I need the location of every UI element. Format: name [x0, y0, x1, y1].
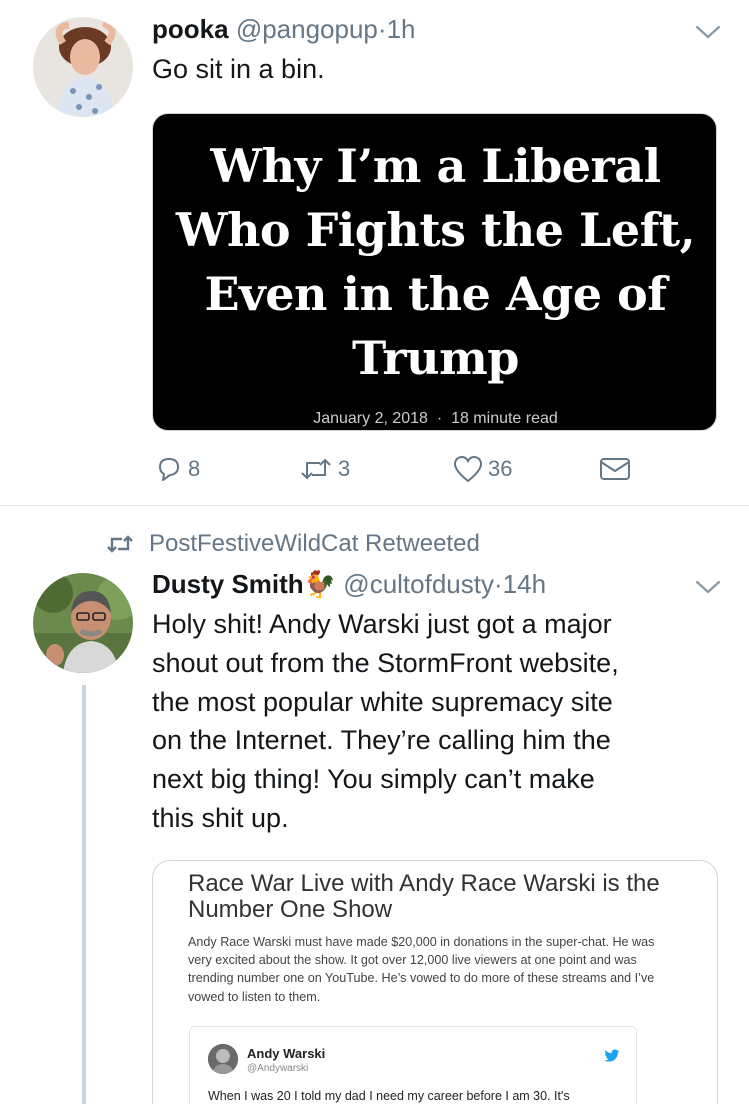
separator: · — [493, 569, 503, 599]
tweet-text-line: shout out from the StormFront website, — [152, 647, 619, 678]
avatar[interactable] — [33, 573, 133, 673]
embed-body-line: vowed to listen to them. — [188, 989, 321, 1004]
inner-tweet-text: When I was 20 I told my dad I need my ca… — [208, 1089, 570, 1103]
tweet-pooka[interactable]: pooka @pangopup·1h Go sit in a bin. Why … — [0, 0, 749, 506]
article-card[interactable]: Why I’m a Liberal Who Fights the Left, E… — [152, 113, 717, 431]
timestamp[interactable]: 14h — [503, 569, 546, 599]
article-date: January 2, 2018 — [313, 410, 428, 427]
like-count: 36 — [488, 456, 513, 481]
tweet-header: pooka @pangopup·1h — [152, 14, 415, 45]
display-name[interactable]: Dusty Smith — [152, 569, 304, 599]
avatar — [208, 1044, 238, 1074]
article-meta: January 2, 2018 · 18 minute read — [153, 410, 716, 428]
embed-title-line: Race War Live with Andy Race Warski is t… — [188, 870, 660, 897]
tweet-text-line: Holy shit! Andy Warski just got a major — [152, 609, 612, 639]
embed-body-line: Andy Race Warski must have made $20,000 … — [188, 935, 655, 949]
embed-title-line: Number One Show — [188, 896, 393, 923]
rooster-emoji: 🐓 — [303, 569, 337, 599]
chevron-down-icon[interactable] — [695, 24, 721, 40]
embed-body-line: very excited about the show. It got over… — [188, 953, 637, 968]
inner-display-name: Andy Warski — [247, 1046, 326, 1061]
reply-icon — [159, 458, 179, 481]
headline-line: Who Fights the Left, — [175, 203, 696, 257]
embedded-image[interactable]: Race War Live with Andy Race Warski is t… — [152, 860, 718, 1104]
tweet-text-line: on the Internet. They’re calling him the — [152, 725, 611, 756]
tweet-text-line: this shit up. — [152, 802, 289, 833]
inner-handle: @Andywarski — [247, 1063, 309, 1074]
tweet-actions: 8 3 36 — [150, 452, 650, 486]
retweet-label[interactable]: PostFestiveWildCat Retweeted — [149, 530, 480, 558]
embed-body: Andy Race Warski must have made $20,000 … — [188, 933, 708, 1006]
avatar[interactable] — [33, 17, 133, 117]
handle[interactable]: @cultofdusty — [343, 569, 494, 599]
inner-tweet: Andy Warski @Andywarski When I was 20 I … — [189, 1026, 637, 1104]
reply-count: 8 — [188, 456, 201, 481]
retweet-icon — [301, 458, 331, 480]
tweet-dusty-smith[interactable]: PostFestiveWildCat Retweeted Dusty Smith… — [0, 507, 749, 1104]
embed-title: Race War Live with Andy Race Warski is t… — [188, 871, 708, 923]
dm-button[interactable] — [598, 452, 632, 486]
headline-line: Even in the Age of — [204, 267, 667, 321]
tweet-header: Dusty Smith🐓 @cultofdusty·14h — [152, 569, 546, 600]
retweeted-icon — [107, 535, 133, 553]
like-button[interactable]: 36 — [452, 452, 512, 486]
retweet-context: PostFestiveWildCat Retweeted — [105, 530, 480, 558]
meta-separator: · — [436, 410, 443, 427]
article-read-time: 18 minute read — [451, 410, 558, 427]
tweet-text-line: the most popular white supremacy site — [152, 686, 613, 717]
embed-body-line: trending number one on YouTube. He’s vow… — [188, 971, 655, 986]
thread-line — [82, 685, 86, 1104]
tweet-text: Holy shit! Andy Warski just got a major … — [152, 605, 722, 838]
timestamp[interactable]: 1h — [387, 14, 416, 44]
like-icon — [453, 455, 483, 483]
retweet-count: 3 — [338, 456, 351, 481]
handle[interactable]: @pangopup — [236, 14, 378, 44]
chevron-down-icon[interactable] — [695, 579, 721, 595]
twitter-bird-icon — [604, 1049, 620, 1062]
headline-line: Trump — [352, 331, 519, 385]
tweet-text: Go sit in a bin. — [152, 54, 325, 84]
headline-line: Why I’m a Liberal — [210, 139, 661, 193]
separator: · — [377, 14, 387, 44]
dm-icon — [600, 458, 630, 480]
retweet-button[interactable]: 3 — [298, 452, 350, 486]
reply-button[interactable]: 8 — [154, 452, 200, 486]
display-name[interactable]: pooka — [152, 14, 229, 44]
article-headline: Why I’m a Liberal Who Fights the Left, E… — [153, 134, 716, 390]
tweet-text-line: next big thing! You simply can’t make — [152, 764, 595, 795]
